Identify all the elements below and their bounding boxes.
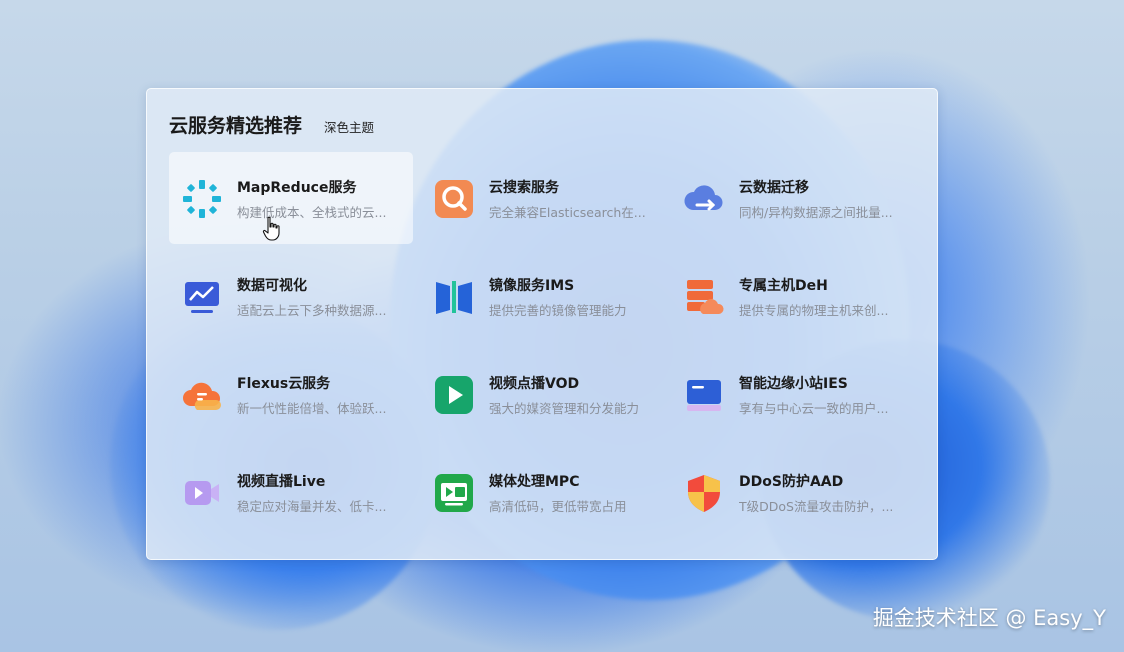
service-card-data-visualization[interactable]: 数据可视化 适配云上云下多种数据源...: [169, 250, 413, 342]
service-name: 专属主机DeH: [739, 278, 828, 294]
service-name: Flexus云服务: [237, 376, 331, 392]
service-card-flexus[interactable]: Flexus云服务 新一代性能倍增、体验跃...: [169, 348, 413, 440]
search-icon: [433, 178, 475, 220]
service-name: 视频点播VOD: [489, 376, 580, 392]
service-desc: 提供专属的物理主机来创...: [739, 303, 889, 318]
service-name: 云搜索服务: [489, 180, 559, 196]
service-desc: 高清低码，更低带宽占用: [489, 499, 627, 514]
service-name: 媒体处理MPC: [489, 474, 580, 490]
service-card-mpc[interactable]: 媒体处理MPC 高清低码，更低带宽占用: [421, 446, 665, 538]
service-card-live[interactable]: 视频直播Live 稳定应对海量并发、低卡...: [169, 446, 413, 538]
hd-media-icon: [433, 472, 475, 514]
flexus-cloud-icon: [181, 374, 223, 416]
service-card-ies[interactable]: 智能边缘小站IES 享有与中心云一致的用户...: [671, 348, 915, 440]
dark-theme-toggle[interactable]: 深色主题: [324, 117, 374, 136]
service-desc: 稳定应对海量并发、低卡...: [237, 499, 387, 514]
service-desc: 新一代性能倍增、体验跃...: [237, 401, 387, 416]
service-card-vod[interactable]: 视频点播VOD 强大的媒资管理和分发能力: [421, 348, 665, 440]
service-name: MapReduce服务: [237, 180, 357, 196]
dedicated-host-icon: [683, 276, 725, 318]
service-card-aad[interactable]: DDoS防护AAD T级DDoS流量攻击防护，...: [671, 446, 915, 538]
mapreduce-icon: [181, 178, 223, 220]
cloud-migration-icon: [683, 178, 725, 220]
service-name: DDoS防护AAD: [739, 474, 844, 490]
edge-station-icon: [683, 374, 725, 416]
watermark: 掘金技术社区 @ Easy_Y: [872, 606, 1106, 630]
panel-header: 云服务精选推荐 深色主题: [169, 111, 374, 137]
service-card-cloud-search[interactable]: 云搜索服务 完全兼容Elasticsearch在...: [421, 152, 665, 244]
shield-icon: [683, 472, 725, 514]
service-name: 数据可视化: [237, 278, 307, 294]
service-desc: 适配云上云下多种数据源...: [237, 303, 387, 318]
service-name: 智能边缘小站IES: [739, 376, 848, 392]
service-desc: 同构/异构数据源之间批量...: [739, 205, 893, 220]
service-card-cloud-migration[interactable]: 云数据迁移 同构/异构数据源之间批量...: [671, 152, 915, 244]
service-desc: 完全兼容Elasticsearch在...: [489, 205, 646, 220]
chart-monitor-icon: [181, 276, 223, 318]
service-name: 镜像服务IMS: [489, 278, 575, 294]
service-recommend-panel: 云服务精选推荐 深色主题 MapReduce服务 构建低成本、全栈式的云...: [146, 88, 938, 560]
service-card-deh[interactable]: 专属主机DeH 提供专属的物理主机来创...: [671, 250, 915, 342]
video-camera-icon: [181, 472, 223, 514]
panel-title: 云服务精选推荐: [169, 115, 303, 137]
service-desc: 提供完善的镜像管理能力: [489, 303, 627, 318]
service-name: 云数据迁移: [739, 180, 809, 196]
service-desc: 享有与中心云一致的用户...: [739, 401, 889, 416]
image-service-icon: [433, 276, 475, 318]
play-icon: [433, 374, 475, 416]
hand-cursor-icon: [262, 216, 282, 242]
service-card-mapreduce[interactable]: MapReduce服务 构建低成本、全栈式的云...: [169, 152, 413, 244]
service-desc: T级DDoS流量攻击防护，...: [739, 499, 894, 514]
service-name: 视频直播Live: [237, 474, 326, 490]
service-desc: 强大的媒资管理和分发能力: [489, 401, 640, 416]
service-card-ims[interactable]: 镜像服务IMS 提供完善的镜像管理能力: [421, 250, 665, 342]
